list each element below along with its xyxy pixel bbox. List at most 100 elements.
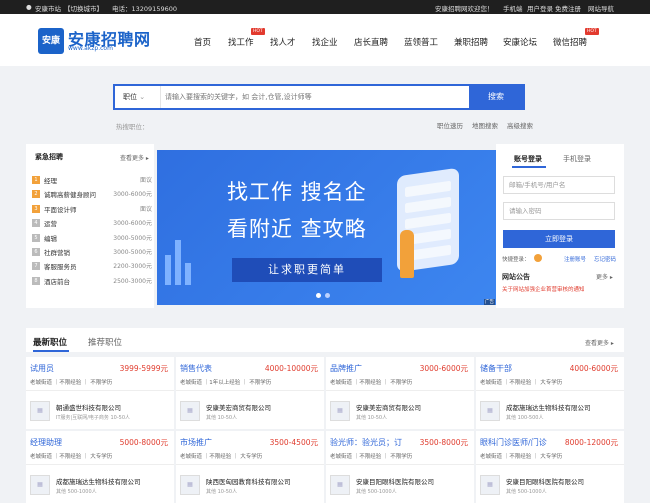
urgent-job-title[interactable]: 诚聘高薪健身顾问: [44, 189, 96, 199]
tab-latest-jobs[interactable]: 最新职位: [33, 336, 67, 348]
job-card[interactable]: 经理助理 5000-8000元 老城街道 ｜不限经验 ｜ 大专学历 ▦ 成都施瑞达生物科…: [26, 431, 174, 503]
company-name[interactable]: 安康美宏商贸有限公司: [206, 402, 271, 412]
company-logo[interactable]: ▦: [180, 401, 200, 421]
urgent-job-title[interactable]: 社群营销: [44, 247, 70, 257]
company-logo[interactable]: ▦: [480, 401, 500, 421]
advanced-search-link[interactable]: 高级搜索: [507, 120, 533, 130]
search-input[interactable]: [165, 88, 465, 106]
urgent-job-title[interactable]: 客服服务员: [44, 261, 77, 271]
logo-badge[interactable]: 安康: [38, 28, 64, 54]
search-button[interactable]: 搜索: [469, 86, 523, 108]
urgent-item[interactable]: 6 社群营销 3000-5000元: [32, 246, 152, 259]
company-info: 其他 500-1000人: [506, 489, 547, 495]
job-salary: 3999-5999元: [119, 364, 168, 373]
tab-mobile-login[interactable]: 手机登录: [563, 154, 591, 164]
urgent-item[interactable]: 2 诚聘高薪健身顾问 3000-6000元: [32, 188, 152, 201]
urgent-item[interactable]: 7 客服服务员 2200-3000元: [32, 260, 152, 273]
rank-number: 8: [32, 276, 40, 285]
urgent-job-title[interactable]: 酒店前台: [44, 276, 70, 286]
company-name[interactable]: 安康目阳眼科医院有限公司: [506, 476, 584, 486]
divider: [326, 390, 474, 391]
password-field[interactable]: 请输入密码: [503, 202, 615, 220]
urgent-item[interactable]: 3 平面设计师 面议: [32, 203, 152, 216]
switch-city-link[interactable]: 【切换城市】: [64, 3, 103, 13]
nav-blue-collar[interactable]: 蓝领普工: [404, 36, 438, 48]
username-field[interactable]: 邮箱/手机号/用户名: [503, 176, 615, 194]
job-title[interactable]: 市场推广: [180, 437, 212, 448]
job-card[interactable]: 试用员 3999-5999元 老城街道 ｜不限经验 ｜ 不限学历 ▦ 朝通盛世科技有限公…: [26, 357, 174, 429]
register-link[interactable]: 免费注册: [555, 3, 581, 13]
urgent-job-title[interactable]: 编辑: [44, 233, 57, 243]
job-title[interactable]: 储备干部: [480, 363, 512, 374]
job-title[interactable]: 眼科门诊医师/门诊: [480, 437, 547, 448]
nav-manager-hiring[interactable]: 店长直聘: [354, 36, 388, 48]
jobs-more-link[interactable]: 查看更多 ▸: [585, 338, 614, 347]
nav-wechat-hiring[interactable]: 微信招聘: [553, 36, 587, 48]
nav-part-time[interactable]: 兼职招聘: [454, 36, 488, 48]
divider: [326, 464, 474, 465]
job-title[interactable]: 品牌推广: [330, 363, 362, 374]
user-login-link[interactable]: 用户登录: [527, 3, 553, 13]
site-nav-link[interactable]: 网站导航: [588, 3, 614, 13]
job-card[interactable]: 销售代表 4000-10000元 老城街道 ｜1年以上经验 ｜ 不限学历 ▦ 安康美宏商…: [176, 357, 324, 429]
tab-recommended-jobs[interactable]: 推荐职位: [88, 336, 122, 348]
search-type-select[interactable]: 职位 ⌄: [115, 86, 161, 108]
company-name[interactable]: 陕西医匈园教育科技有限公司: [206, 476, 291, 486]
jobs-tab-indicator: [33, 350, 69, 352]
job-card[interactable]: 验光师：验光员；订 3500-8000元 老城街道 ｜不限经验 ｜ 不限学历 ▦ 安康目…: [326, 431, 474, 503]
urgent-item[interactable]: 8 酒店前台 2500-3000元: [32, 275, 152, 288]
urgent-item[interactable]: 5 编辑 3000-5000元: [32, 232, 152, 245]
hot-search-label: 热搜职位：: [116, 123, 149, 131]
urgent-job-salary: 3000-5000元: [113, 234, 152, 242]
company-logo[interactable]: ▦: [30, 401, 50, 421]
urgent-job-salary: 2200-3000元: [113, 263, 152, 271]
welcome-text: 安康招聘网欢迎您！: [435, 5, 494, 13]
nav-hot-badge: HOT: [251, 28, 265, 35]
nav-find-company[interactable]: 找企业: [312, 36, 338, 48]
company-name[interactable]: 安康美宏商贸有限公司: [356, 402, 421, 412]
forgot-password-link[interactable]: 忘记密码: [594, 255, 616, 263]
job-title[interactable]: 经理助理: [30, 437, 62, 448]
urgent-item[interactable]: 4 运营 3000-6000元: [32, 217, 152, 230]
job-card[interactable]: 眼科门诊医师/门诊 8000-12000元 老城街道 ｜不限经验 ｜ 大专学历 ▦ 安康…: [476, 431, 624, 503]
company-logo[interactable]: ▦: [30, 475, 50, 495]
divider: [176, 464, 324, 465]
quick-resume-link[interactable]: 职位速历: [437, 120, 463, 130]
job-title[interactable]: 验光师：验光员；订: [330, 437, 402, 448]
carousel-dot-1[interactable]: [316, 293, 321, 298]
urgent-job-title[interactable]: 运营: [44, 218, 57, 228]
urgent-job-title[interactable]: 经理: [44, 175, 57, 185]
carousel-dot-2[interactable]: [325, 293, 330, 298]
nav-home[interactable]: 首页: [194, 36, 211, 48]
company-logo[interactable]: ▦: [480, 475, 500, 495]
notice-item[interactable]: 关于网站加强企业首营审核的通知: [502, 285, 585, 293]
company-name[interactable]: 成都施瑞达生物科技有限公司: [506, 402, 591, 412]
qq-login-icon[interactable]: [534, 254, 542, 262]
urgent-job-title[interactable]: 平面设计师: [44, 204, 77, 214]
urgent-more-link[interactable]: 查看更多 ▸: [120, 153, 149, 162]
map-search-link[interactable]: 地图搜索: [472, 120, 498, 130]
company-name[interactable]: 朝通盛世科技有限公司: [56, 402, 121, 412]
job-title[interactable]: 试用员: [30, 363, 54, 374]
nav-find-talent[interactable]: 找人才: [270, 36, 296, 48]
promo-banner[interactable]: 找工作 搜名企 看附近 查攻略 让求职更简单: [157, 150, 496, 305]
company-logo[interactable]: ▦: [330, 401, 350, 421]
job-card[interactable]: 储备干部 4000-6000元 老城街道 ｜不限经验 ｜ 大专学历 ▦ 成都施瑞达生物科…: [476, 357, 624, 429]
company-name[interactable]: 成都施瑞达生物科技有限公司: [56, 476, 141, 486]
mobile-link[interactable]: 手机端: [503, 3, 523, 13]
company-logo[interactable]: ▦: [330, 475, 350, 495]
job-card[interactable]: 市场推广 3500-4500元 老城街道 ｜不限经验 ｜ 大专学历 ▦ 陕西医匈园教育科…: [176, 431, 324, 503]
job-card[interactable]: 品牌推广 3000-6000元 老城街道 ｜不限经验 ｜ 不限学历 ▦ 安康美宏商贸有限…: [326, 357, 474, 429]
nav-forum[interactable]: 安康论坛: [503, 36, 537, 48]
tab-account-login[interactable]: 账号登录: [514, 154, 542, 164]
register-account-link[interactable]: 注册账号: [564, 255, 586, 263]
login-button[interactable]: 立即登录: [503, 230, 615, 248]
job-title[interactable]: 销售代表: [180, 363, 212, 374]
urgent-item[interactable]: 1 经理 面议: [32, 174, 152, 187]
notice-more-link[interactable]: 更多 ▸: [596, 272, 613, 281]
job-salary: 3500-4500元: [269, 438, 318, 447]
company-logo[interactable]: ▦: [180, 475, 200, 495]
company-name[interactable]: 安康目阳眼科医院有限公司: [356, 476, 434, 486]
rank-number: 5: [32, 233, 40, 242]
nav-find-job[interactable]: 找工作: [228, 36, 254, 48]
